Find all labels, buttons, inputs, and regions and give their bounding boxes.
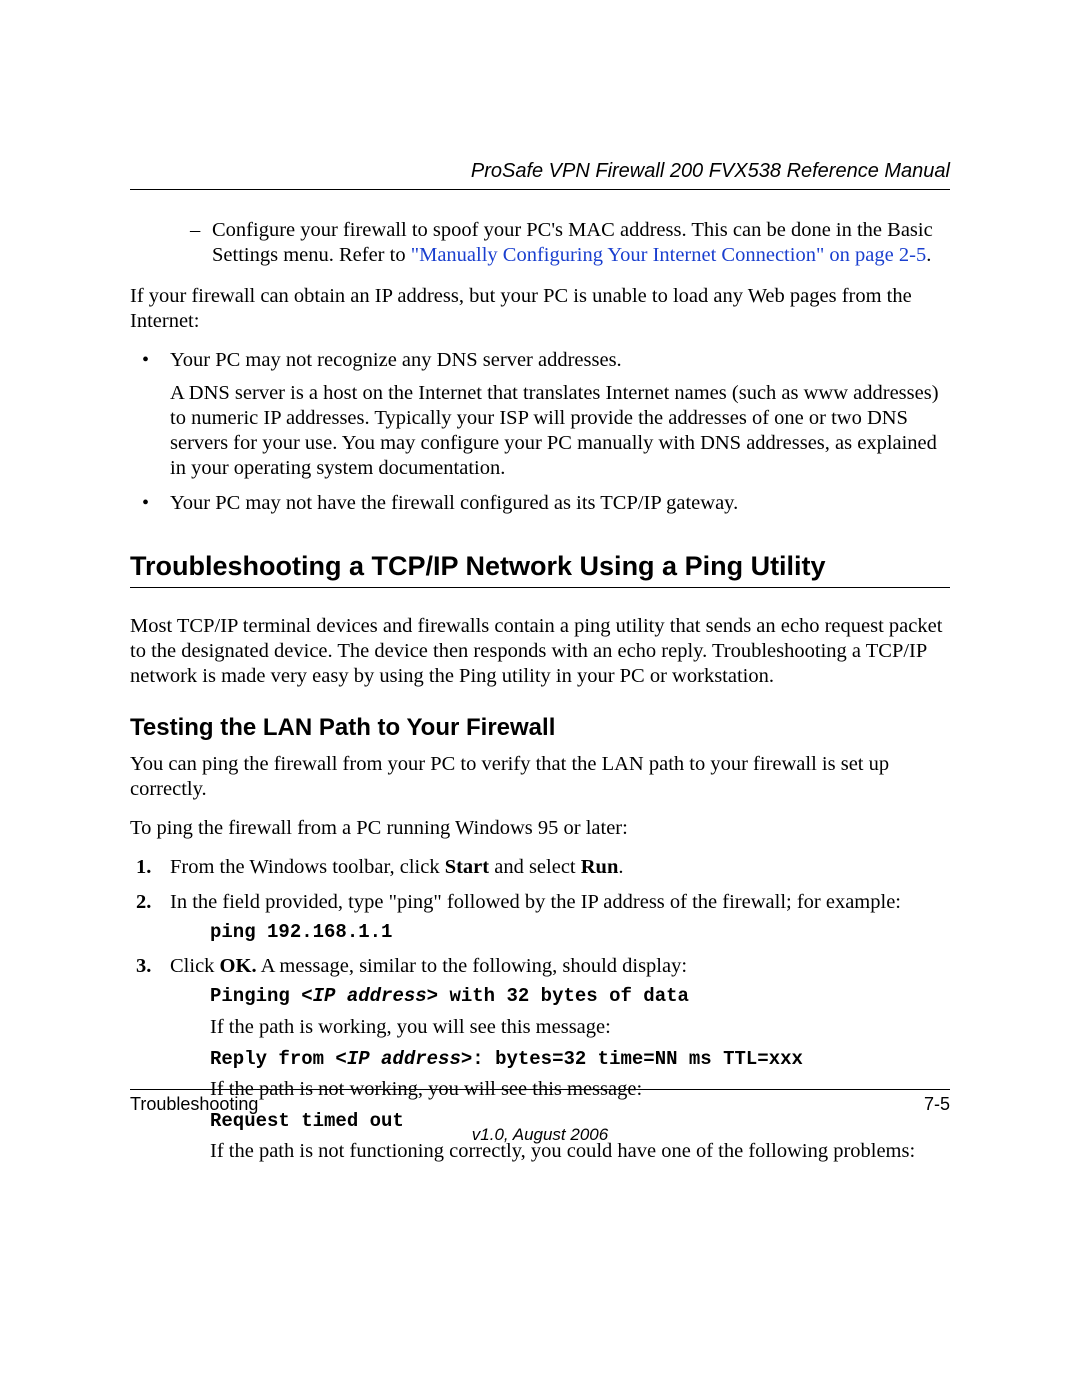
list-item-text: Your PC may not recognize any DNS server… — [170, 349, 622, 371]
dash-marker: – — [190, 218, 212, 243]
paragraph: If the path is working, you will see thi… — [210, 1015, 950, 1040]
paragraph: If your firewall can obtain an IP addres… — [130, 284, 950, 334]
list-item-text: Your PC may not have the firewall config… — [170, 492, 738, 514]
list-item: Your PC may not have the firewall config… — [130, 491, 950, 516]
page-body: –Configure your firewall to spoof your P… — [130, 218, 950, 1164]
document-page: ProSafe VPN Firewall 200 FVX538 Referenc… — [0, 0, 1080, 1397]
paragraph: Most TCP/IP terminal devices and firewal… — [130, 614, 950, 689]
list-item: 1. From the Windows toolbar, click Start… — [130, 855, 950, 880]
step-text: From the Windows toolbar, click Start an… — [170, 856, 623, 878]
cross-reference-link[interactable]: "Manually Configuring Your Internet Conn… — [411, 244, 927, 266]
page-footer: Troubleshooting 7-5 — [130, 1089, 950, 1115]
numbered-list: 1. From the Windows toolbar, click Start… — [130, 855, 950, 1164]
step-number: 1. — [136, 855, 151, 880]
subsection-heading: Testing the LAN Path to Your Firewall — [130, 713, 950, 742]
bullet-list: Your PC may not recognize any DNS server… — [130, 348, 950, 516]
dash-text-suffix: . — [926, 244, 931, 266]
list-item: Your PC may not recognize any DNS server… — [130, 348, 950, 481]
footer-version: v1.0, August 2006 — [0, 1125, 1080, 1145]
step-text: In the field provided, type "ping" follo… — [170, 891, 901, 913]
step-text: Click OK. A message, similar to the foll… — [170, 955, 687, 977]
step-number: 2. — [136, 890, 151, 915]
paragraph: You can ping the firewall from your PC t… — [130, 752, 950, 802]
paragraph: To ping the firewall from a PC running W… — [130, 816, 950, 841]
footer-rule — [130, 1089, 950, 1090]
dash-list-item: –Configure your firewall to spoof your P… — [190, 218, 950, 268]
running-header: ProSafe VPN Firewall 200 FVX538 Referenc… — [130, 160, 950, 183]
list-item-subtext: A DNS server is a host on the Internet t… — [170, 381, 950, 481]
code-block: Pinging <IP address> with 32 bytes of da… — [210, 985, 950, 1008]
header-rule — [130, 189, 950, 190]
section-rule — [130, 587, 950, 588]
footer-page-number: 7-5 — [924, 1094, 950, 1115]
footer-section-name: Troubleshooting — [130, 1094, 258, 1115]
code-block: Reply from <IP address>: bytes=32 time=N… — [210, 1048, 950, 1071]
section-heading: Troubleshooting a TCP/IP Network Using a… — [130, 550, 950, 583]
code-block: ping 192.168.1.1 — [210, 921, 950, 944]
list-item: 2. In the field provided, type "ping" fo… — [130, 890, 950, 944]
step-number: 3. — [136, 954, 151, 979]
